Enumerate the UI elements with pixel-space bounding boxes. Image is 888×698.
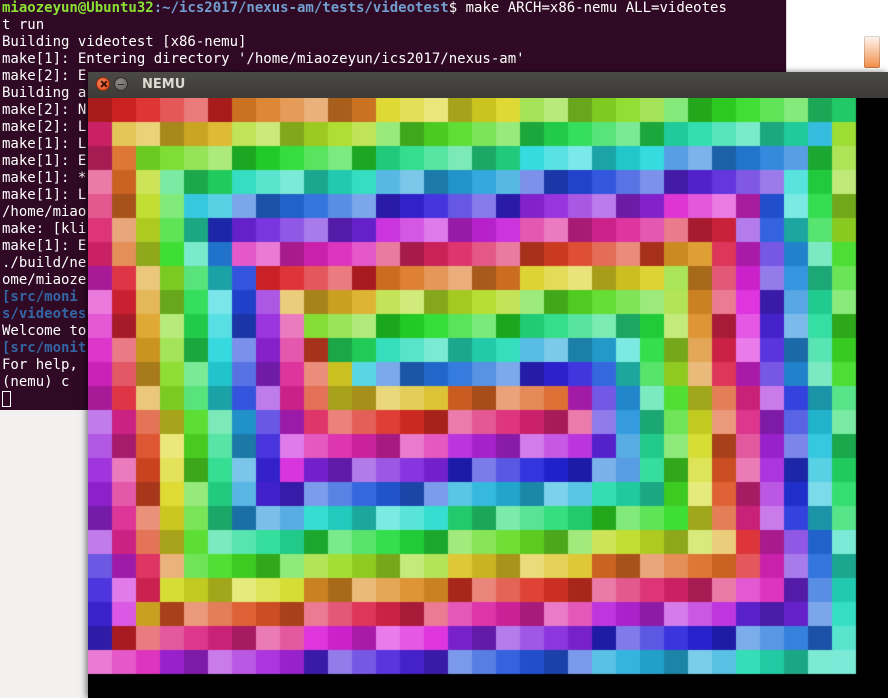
- prompt-symbol: $: [448, 0, 458, 16]
- text-cursor: [2, 391, 11, 407]
- terminal-line: make[1]: Entering directory '/home/miaoz…: [2, 51, 525, 67]
- nemu-display: [88, 98, 888, 698]
- prompt-path: :~/ics2017/nexus-am/tests/videotest: [153, 0, 449, 16]
- nemu-titlebar[interactable]: NEMU: [88, 72, 888, 98]
- video-test-canvas: [88, 98, 888, 698]
- prompt-user: miaozeyun@Ubuntu32: [2, 0, 154, 16]
- close-icon[interactable]: [96, 77, 110, 91]
- command-text: make ARCH=x86-nemu ALL=videotes: [457, 0, 727, 16]
- background-window-bar: [787, 0, 888, 20]
- command-line: miaozeyun@Ubuntu32:~/ics2017/nexus-am/te…: [2, 0, 786, 17]
- terminal-line: t run: [2, 17, 45, 33]
- window-title: NEMU: [142, 77, 186, 92]
- minimize-icon[interactable]: [114, 77, 128, 91]
- terminal-line: Building videotest [x86-nemu]: [2, 34, 247, 50]
- nemu-window[interactable]: NEMU: [88, 72, 888, 698]
- background-window: [786, 0, 888, 72]
- app-icon[interactable]: [864, 36, 880, 68]
